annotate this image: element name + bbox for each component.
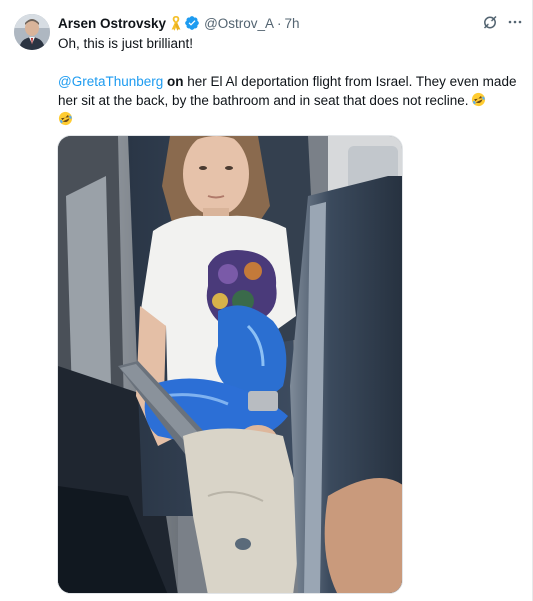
more-options-icon[interactable] (506, 13, 524, 31)
yellow-ribbon-icon (170, 15, 182, 31)
avatar[interactable] (14, 14, 50, 50)
avatar-image (14, 14, 50, 50)
author-handle[interactable]: @Ostrov_A (204, 16, 274, 31)
tweet-timestamp[interactable]: 7h (285, 16, 300, 31)
bold-word: on (167, 74, 184, 89)
author-display-name[interactable]: Arsen Ostrovsky (58, 16, 166, 31)
tweet-card[interactable]: Arsen Ostrovsky @Ostrov_A · 7h Oh, this … (0, 0, 533, 601)
rolling-on-floor-laughing-emoji (58, 111, 73, 126)
verified-badge-icon[interactable] (184, 15, 200, 31)
tweet-media-photo[interactable] (57, 135, 403, 594)
grok-icon[interactable] (481, 13, 499, 31)
rolling-on-floor-laughing-emoji (471, 92, 486, 107)
mention-link[interactable]: @GretaThunberg (58, 74, 163, 89)
airplane-seat-photo (58, 136, 402, 593)
tweet-text-paragraph: @GretaThunberg on her El Al deportation … (58, 72, 528, 129)
tweet-header: Arsen Ostrovsky @Ostrov_A · 7h (58, 14, 300, 32)
tweet-text-line1: Oh, this is just brilliant! (58, 36, 194, 51)
tweet-text: Oh, this is just brilliant! @GretaThunbe… (58, 34, 528, 129)
time-separator: · (277, 15, 282, 31)
